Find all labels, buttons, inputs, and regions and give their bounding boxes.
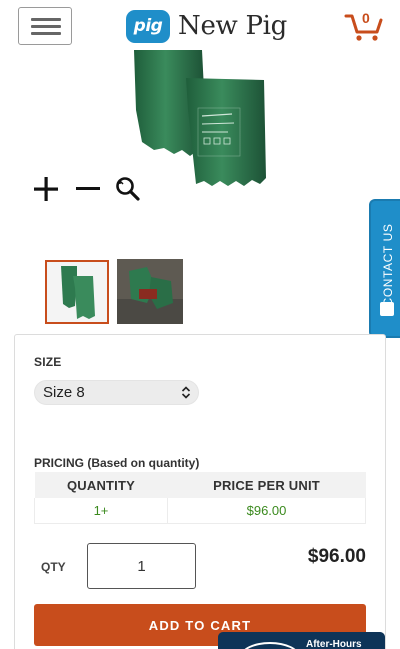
pricing-label: PRICING (Based on quantity) [34, 456, 200, 470]
pricing-table: QUANTITY PRICE PER UNIT 1+ $96.00 [34, 472, 366, 524]
quantity-cell: 1+ [34, 498, 168, 524]
size-select[interactable]: Size 8 [34, 380, 199, 405]
table-row: 1+ $96.00 [34, 498, 366, 524]
logo-badge: pig [126, 9, 170, 43]
zoom-out-button[interactable] [76, 176, 100, 202]
pricing-table-header: QUANTITY PRICE PER UNIT [34, 472, 366, 498]
cart-count-badge: 0 [362, 10, 370, 26]
phone-icon [380, 302, 394, 316]
contact-us-tab[interactable]: CONTACT US [369, 199, 400, 338]
hamburger-menu-icon [31, 18, 61, 21]
quantity-column-header: QUANTITY [34, 472, 168, 498]
new-pig-logo[interactable]: pig New Pig [126, 9, 287, 43]
glove-image [134, 50, 266, 186]
product-thumbnail-1[interactable] [45, 260, 109, 324]
plus-icon [34, 177, 58, 201]
select-arrows-icon [181, 386, 191, 399]
glove-thumbnail-image [61, 266, 95, 319]
after-hours-icon [240, 642, 300, 649]
zoom-reset-button[interactable] [114, 176, 142, 202]
size-select-value: Size 8 [43, 384, 85, 401]
top-navigation-bar: pig New Pig 0 [0, 0, 400, 50]
after-hours-widget[interactable]: After-Hours [218, 632, 385, 649]
size-label: SIZE [34, 355, 62, 369]
zoom-in-button[interactable] [34, 176, 58, 202]
product-main-image[interactable] [124, 50, 274, 190]
product-thumbnail-2[interactable] [117, 259, 183, 324]
after-hours-label: After-Hours [306, 639, 362, 649]
glove-in-use-thumbnail-image [117, 259, 183, 324]
magnify-icon [116, 177, 140, 201]
cart-button[interactable]: 0 [344, 10, 384, 42]
logo-text: New Pig [178, 11, 288, 41]
hamburger-menu-button[interactable] [18, 7, 72, 45]
qty-label: QTY [41, 560, 66, 574]
quantity-input[interactable] [87, 543, 196, 589]
price-per-unit-cell: $96.00 [167, 498, 366, 524]
total-price: $96.00 [307, 546, 366, 567]
price-per-unit-column-header: PRICE PER UNIT [167, 472, 366, 498]
